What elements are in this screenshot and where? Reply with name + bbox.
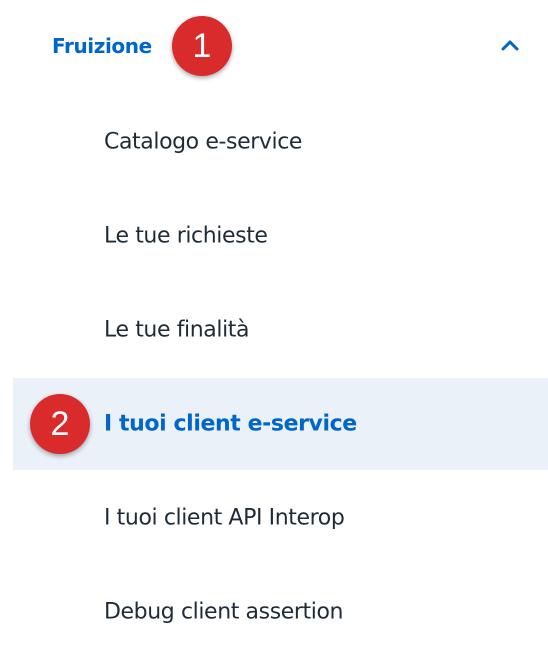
- fruizione-section-toggle[interactable]: Fruizione: [0, 0, 548, 96]
- annotation-badge-2: 2: [30, 394, 90, 454]
- sidebar-item-label: I tuoi client API Interop: [104, 505, 345, 531]
- sidebar-item-label: Catalogo e-service: [104, 129, 303, 155]
- sidebar-item-label: Debug client assertion: [104, 599, 344, 625]
- sidebar-item-le-tue-richieste[interactable]: Le tue richieste: [0, 190, 548, 282]
- chevron-up-icon[interactable]: [500, 38, 520, 52]
- annotation-badge-1: 1: [172, 16, 232, 76]
- sidebar-item-debug-client-assertion[interactable]: Debug client assertion: [0, 566, 548, 658]
- sidebar-item-catalogo-e-service[interactable]: Catalogo e-service: [0, 96, 548, 188]
- sidebar-item-i-tuoi-client-e-service[interactable]: I tuoi client e-service: [13, 378, 548, 470]
- sidebar-item-label: Le tue richieste: [104, 223, 268, 249]
- sidebar-item-i-tuoi-client-api-interop[interactable]: I tuoi client API Interop: [0, 472, 548, 564]
- section-title[interactable]: Fruizione: [52, 30, 152, 62]
- sidebar-item-label: Le tue finalità: [104, 317, 250, 343]
- sidebar-item-label: I tuoi client e-service: [104, 411, 357, 437]
- sidebar-item-le-tue-finalita[interactable]: Le tue finalità: [0, 284, 548, 376]
- sidebar-nav: Fruizione Catalogo e-service Le tue rich…: [0, 0, 548, 670]
